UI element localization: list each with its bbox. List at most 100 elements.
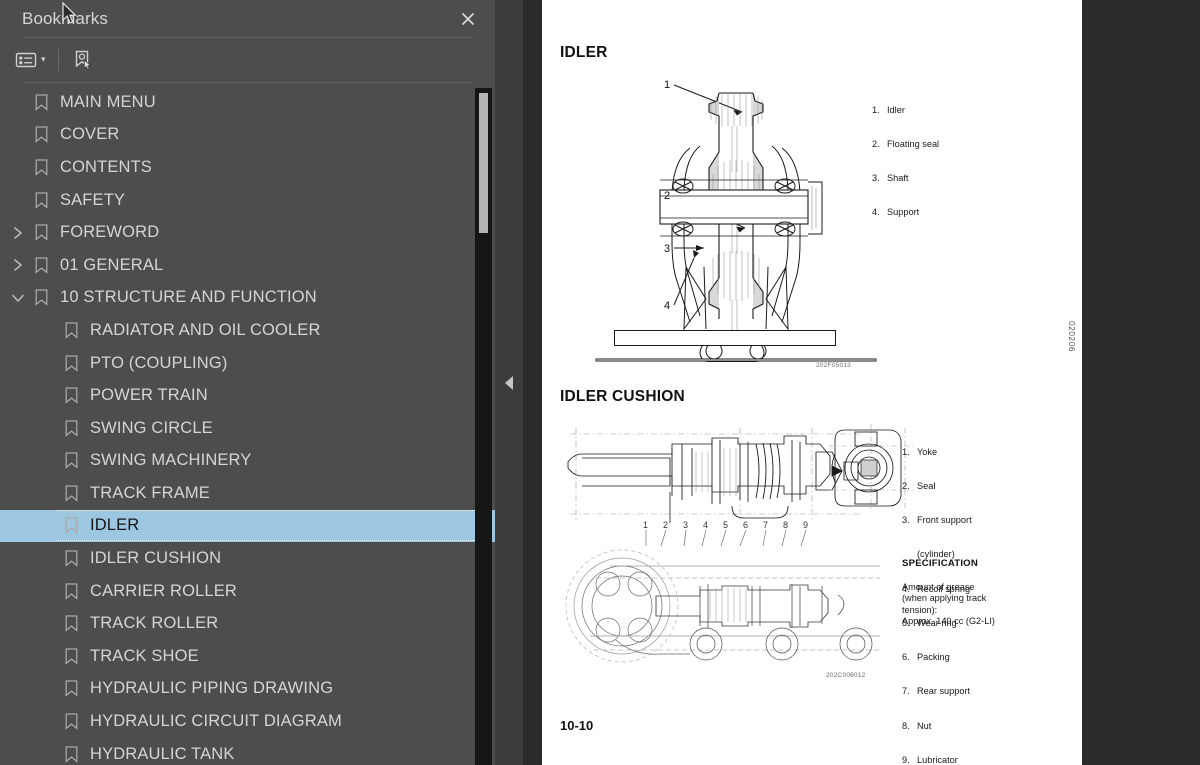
bookmark-item-idler-cushion[interactable]: IDLER CUSHION (0, 542, 495, 575)
collapse-left-arrow-icon (505, 375, 513, 390)
bookmark-icon (30, 94, 52, 111)
bookmark-item-label: HYDRAULIC CIRCUIT DIAGRAM (90, 712, 342, 731)
panel-collapse-handle[interactable] (495, 0, 523, 765)
specification-heading: SPECIFICATION (902, 558, 978, 569)
bookmark-item-label: FOREWORD (60, 223, 160, 242)
bookmark-item-label: PTO (COUPLING) (90, 353, 228, 372)
bookmark-item-label: RADIATOR AND OIL COOLER (90, 320, 321, 339)
bookmark-item-label: HYDRAULIC TANK (90, 744, 235, 763)
bookmark-icon (60, 387, 82, 404)
chevron-right-icon[interactable] (6, 258, 30, 272)
bookmarks-toolbar: ▾ (0, 38, 495, 82)
legend-item: 8. Nut (902, 720, 932, 731)
svg-text:6: 6 (743, 520, 748, 530)
bookmark-item-label: IDLER (90, 516, 140, 535)
bookmark-icon (30, 257, 52, 274)
section-heading-idler: IDLER (560, 44, 608, 61)
bookmark-icon (60, 517, 82, 535)
bookmark-item-swing-circle[interactable]: SWING CIRCLE (0, 412, 495, 445)
toolbar-separator (57, 48, 59, 71)
bookmark-item-label: TRACK ROLLER (90, 614, 219, 633)
bookmark-icon (60, 550, 82, 567)
bookmark-item-label: SWING MACHINERY (90, 451, 252, 470)
bookmark-tree-scrollbar[interactable] (475, 88, 492, 765)
legend-item: 2. Floating seal (872, 139, 940, 150)
bookmark-icon (60, 583, 82, 600)
bookmarks-panel: Bookmarks ▾ MAIN MENU COVER CONTENTS SAF… (0, 0, 495, 765)
bookmark-icon (30, 191, 52, 209)
svg-text:8: 8 (783, 520, 788, 530)
bookmark-icon (30, 289, 52, 307)
legend-item: 1. Yoke (902, 446, 938, 457)
bookmarks-panel-header: Bookmarks (0, 0, 495, 37)
specification-body: Amount of grease (when applying track te… (902, 582, 995, 627)
bookmark-item-safety[interactable]: SAFETY (0, 184, 495, 217)
new-bookmark-icon[interactable] (69, 45, 97, 75)
bookmark-icon (30, 159, 52, 176)
bookmark-item-contents[interactable]: CONTENTS (0, 151, 495, 184)
svg-text:9: 9 (803, 520, 808, 530)
figure-code-idler-cushion: 202C006012 (826, 672, 866, 679)
bookmark-item-foreword[interactable]: FOREWORD (0, 216, 495, 249)
bookmark-icon (60, 485, 82, 502)
bookmark-item-main-menu[interactable]: MAIN MENU (0, 86, 495, 119)
bookmark-item-track-frame[interactable]: TRACK FRAME (0, 477, 495, 510)
legend-idler: 1. Idler 2. Floating seal 3. Shaft 4. Suppor… (872, 82, 939, 242)
bookmark-item-label: COVER (60, 125, 120, 144)
callout-1: 1 (664, 79, 670, 91)
bookmark-item-label: TRACK FRAME (90, 483, 210, 502)
bookmark-item-label: CARRIER ROLLER (90, 581, 237, 600)
bookmark-icon (60, 420, 82, 437)
svg-text:1: 1 (643, 520, 648, 530)
bookmark-icon (30, 224, 52, 241)
close-icon[interactable] (455, 6, 481, 32)
callout-4: 4 (664, 300, 670, 312)
bookmark-item-cover[interactable]: COVER (0, 119, 495, 152)
bookmark-item-swing-machinery[interactable]: SWING MACHINERY (0, 445, 495, 478)
bookmark-item-track-roller[interactable]: TRACK ROLLER (0, 607, 495, 640)
callout-2: 2 (664, 190, 670, 202)
bookmark-item-carrier-roller[interactable]: CARRIER ROLLER (0, 575, 495, 608)
bookmark-item-radiator-and-oil-cooler[interactable]: RADIATOR AND OIL COOLER (0, 314, 495, 347)
bookmark-icon (60, 648, 82, 665)
legend-item: 4. Support (872, 207, 920, 218)
svg-text:5: 5 (723, 520, 728, 530)
legend-item: 7. Rear support (902, 686, 971, 697)
pdf-viewer-window: Bookmarks ▾ MAIN MENU COVER CONTENTS SAF… (0, 0, 1200, 765)
svg-text:4: 4 (703, 520, 708, 530)
bookmark-item-label: 10 STRUCTURE AND FUNCTION (60, 288, 317, 307)
bookmark-item-01-general[interactable]: 01 GENERAL (0, 249, 495, 282)
bookmark-item-label: IDLER CUSHION (90, 549, 222, 568)
chevron-right-icon[interactable] (6, 226, 30, 240)
scrollbar-thumb[interactable] (479, 93, 488, 233)
bookmark-item-idler[interactable]: IDLER (0, 509, 495, 543)
legend-item: 6. Packing (902, 652, 950, 663)
bookmark-tree: MAIN MENU COVER CONTENTS SAFETY FOREWORD 01 G… (0, 83, 495, 765)
bookmark-item-label: 01 GENERAL (60, 255, 164, 274)
bookmark-item-pto-coupling[interactable]: PTO (COUPLING) (0, 347, 495, 380)
bookmark-item-hydraulic-piping-drawing[interactable]: HYDRAULIC PIPING DRAWING (0, 673, 495, 706)
bookmark-icon (60, 615, 82, 632)
svg-text:7: 7 (763, 520, 768, 530)
section-heading-idler-cushion: IDLER CUSHION (560, 388, 685, 405)
bookmark-item-power-train[interactable]: POWER TRAIN (0, 379, 495, 412)
bookmark-item-10-structure-and-function[interactable]: 10 STRUCTURE AND FUNCTION (0, 282, 495, 315)
pdf-page: IDLER 1 2 3 4 202F05013 1. Idler 2. Floa… (542, 0, 1082, 765)
chevron-down-icon: ▾ (41, 54, 46, 65)
svg-text:2: 2 (663, 520, 668, 530)
bookmark-item-hydraulic-tank[interactable]: HYDRAULIC TANK (0, 738, 495, 765)
bookmark-icon (60, 452, 82, 470)
bookmark-icon (60, 322, 82, 339)
idler-base-plate (614, 330, 836, 346)
legend-item: 3. Shaft (872, 173, 909, 184)
bookmark-item-hydraulic-circuit-diagram[interactable]: HYDRAULIC CIRCUIT DIAGRAM (0, 705, 495, 738)
bookmark-item-track-shoe[interactable]: TRACK SHOE (0, 640, 495, 673)
bookmark-item-label: MAIN MENU (60, 92, 156, 111)
figure-code-idler: 202F05013 (816, 362, 852, 369)
page-number: 10-10 (560, 718, 594, 733)
document-viewport[interactable]: IDLER 1 2 3 4 202F05013 1. Idler 2. Floa… (523, 0, 1200, 765)
legend-item: 2. Seal (902, 481, 936, 492)
chevron-down-icon[interactable] (6, 292, 30, 304)
list-options-icon[interactable]: ▾ (12, 45, 49, 75)
svg-text:3: 3 (683, 520, 688, 530)
